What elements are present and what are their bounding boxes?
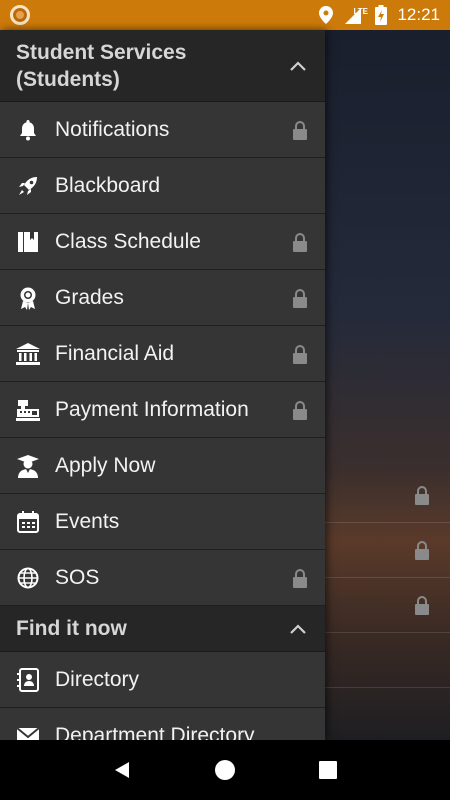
lock-icon [291, 287, 309, 309]
clock: 12:21 [397, 5, 440, 24]
lock-icon [291, 231, 309, 253]
recents-icon[interactable] [308, 750, 348, 790]
envelope-icon [16, 724, 40, 740]
lock-icon [291, 119, 309, 141]
menu-item-payment-information[interactable]: Payment Information [0, 382, 325, 438]
menu-item-apply-now[interactable]: Apply Now [0, 438, 325, 494]
bell-icon [16, 118, 40, 142]
cash-register-icon [16, 398, 40, 422]
calendar-icon [16, 510, 40, 534]
menu-item-label: Department Directory [55, 723, 255, 741]
chevron-up-icon[interactable] [287, 618, 309, 640]
home-icon[interactable] [205, 750, 245, 790]
battery-charging-icon [375, 5, 388, 25]
menu-item-label: SOS [55, 565, 100, 589]
section-title: Find it now [16, 617, 127, 640]
menu-item-department-directory[interactable]: Department Directory [0, 708, 325, 740]
menu-item-directory[interactable]: Directory [0, 652, 325, 708]
menu-item-label: Directory [55, 667, 140, 691]
menu-item-grades[interactable]: Grades [0, 270, 325, 326]
menu-item-financial-aid[interactable]: Financial Aid [0, 326, 325, 382]
section-title: Student Services (Students) [16, 40, 187, 91]
menu-item-notifications[interactable]: Notifications [0, 102, 325, 158]
section-header-find-it-now[interactable]: Find it now [0, 606, 325, 652]
globe-icon [16, 566, 40, 590]
menu-item-label: Apply Now [55, 453, 156, 477]
bank-icon [16, 342, 40, 366]
menu-item-label: Events [55, 509, 120, 533]
menu-item-class-schedule[interactable]: Class Schedule [0, 214, 325, 270]
background-row[interactable] [325, 632, 450, 688]
menu-item-label: Payment Information [55, 397, 249, 421]
app-notification-icon [10, 5, 30, 25]
menu-item-events[interactable]: Events [0, 494, 325, 550]
section-header-student-services[interactable]: Student Services (Students) [0, 30, 325, 102]
signal-icon: LTE [343, 5, 368, 25]
award-ribbon-icon [16, 286, 40, 310]
lock-icon [291, 567, 309, 589]
lock-icon [291, 343, 309, 365]
book-icon [16, 230, 40, 254]
menu-item-label: Notifications [55, 117, 170, 141]
navigation-drawer: Student Services (Students) Notification… [0, 30, 325, 740]
back-icon[interactable] [102, 750, 142, 790]
background-row[interactable] [325, 522, 450, 578]
background-row[interactable] [325, 467, 450, 523]
status-bar: LTE 12:21 [0, 0, 450, 30]
system-navigation-bar [0, 740, 450, 800]
location-icon [319, 6, 334, 24]
rocket-icon [16, 174, 40, 198]
graduate-icon [16, 454, 40, 478]
menu-item-label: Class Schedule [55, 229, 201, 253]
lock-icon [291, 399, 309, 421]
lock-icon [415, 595, 429, 615]
menu-item-label: Grades [55, 285, 124, 309]
menu-item-sos[interactable]: SOS [0, 550, 325, 606]
contact-book-icon [16, 667, 40, 692]
status-indicators: LTE 12:21 [319, 5, 440, 25]
menu-item-label: Blackboard [55, 173, 161, 197]
background-row[interactable] [325, 577, 450, 633]
menu-item-label: Financial Aid [55, 341, 175, 365]
menu-item-blackboard[interactable]: Blackboard [0, 158, 325, 214]
chevron-up-icon[interactable] [287, 55, 309, 77]
lock-icon [415, 540, 429, 560]
lock-icon [415, 485, 429, 505]
